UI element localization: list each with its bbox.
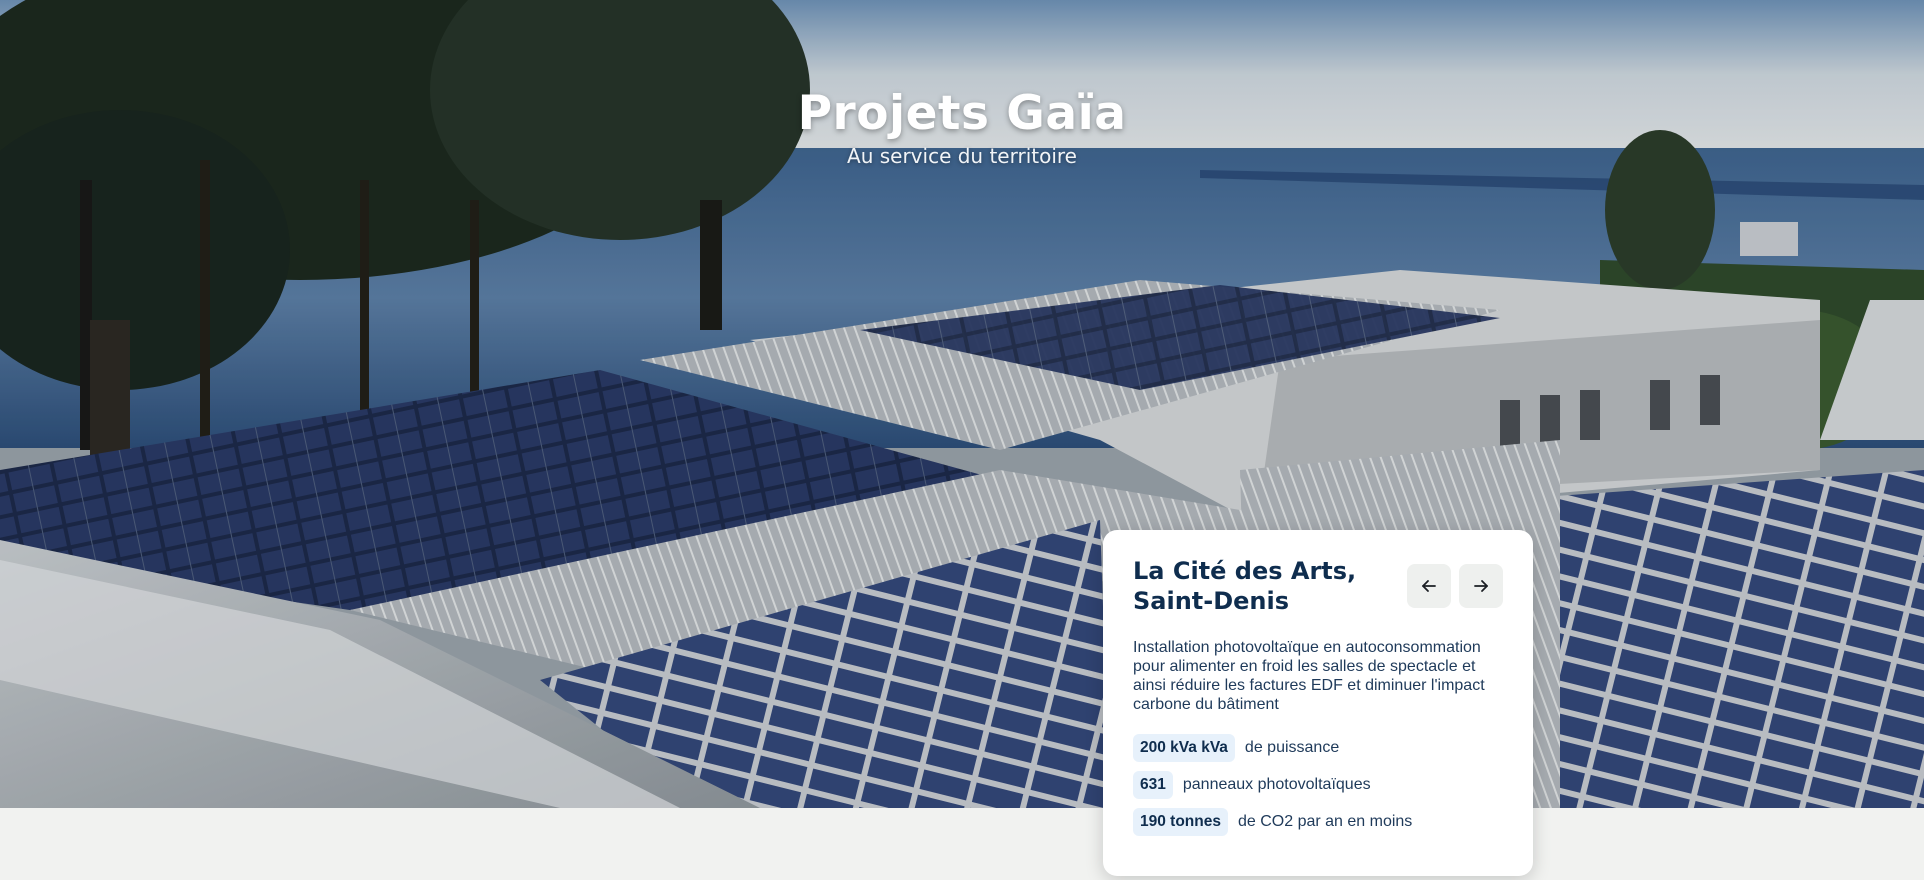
stat-value-badge: 631 <box>1133 771 1173 799</box>
project-title: La Cité des Arts, Saint-Denis <box>1133 557 1357 615</box>
carousel-nav <box>1407 564 1503 608</box>
arrow-left-icon <box>1422 580 1436 592</box>
stat-value-badge: 200 kVa kVa <box>1133 734 1235 762</box>
project-card-header: La Cité des Arts, Saint-Denis <box>1133 556 1503 616</box>
page-subtitle: Au service du territoire <box>847 144 1077 168</box>
project-card: La Cité des Arts, Saint-Denis Installati… <box>1103 530 1533 876</box>
stat-label: panneaux photovoltaïques <box>1182 776 1371 793</box>
next-button[interactable] <box>1459 564 1503 608</box>
project-description: Installation photovoltaïque en autoconso… <box>1133 639 1485 713</box>
stat-item: 200 kVa kVa de puissance <box>1133 734 1503 762</box>
previous-button[interactable] <box>1407 564 1451 608</box>
stat-item: 631 panneaux photovoltaïques <box>1133 771 1503 799</box>
hero-banner: Projets Gaïa Au service du territoire <box>0 0 1924 808</box>
project-stats: 200 kVa kVa de puissance 631 panneaux ph… <box>1133 734 1503 836</box>
stat-item: 190 tonnes de CO2 par an en moins <box>1133 808 1503 836</box>
stat-label: de CO2 par an en moins <box>1237 813 1413 830</box>
stat-value-badge: 190 tonnes <box>1133 808 1228 836</box>
page-title: Projets Gaïa <box>797 86 1127 141</box>
stat-label: de puissance <box>1244 739 1340 756</box>
arrow-right-icon <box>1474 580 1488 592</box>
